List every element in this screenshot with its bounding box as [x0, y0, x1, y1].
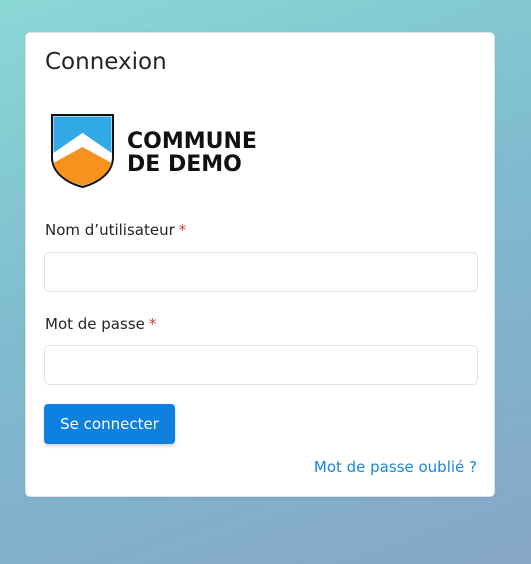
page-title: Connexion	[45, 49, 167, 75]
password-input[interactable]	[44, 345, 478, 385]
logo-text-line1: COMMUNE	[127, 129, 257, 154]
username-label-text: Nom d’utilisateur	[45, 221, 175, 239]
login-card: Connexion COMMUNE DE DEMO Nom d’utilisat…	[25, 32, 495, 497]
required-marker: *	[148, 315, 157, 333]
username-label: Nom d’utilisateur *	[45, 220, 186, 240]
logo-graphic: COMMUNE DE DEMO	[51, 114, 257, 189]
logo-text-line2: DE DEMO	[127, 152, 242, 177]
forgot-password-link[interactable]: Mot de passe oublié ?	[314, 457, 477, 477]
commune-logo: COMMUNE DE DEMO	[50, 113, 260, 189]
password-label-text: Mot de passe	[45, 315, 145, 333]
login-button[interactable]: Se connecter	[44, 404, 175, 444]
required-marker: *	[178, 221, 187, 239]
shield-icon	[51, 114, 114, 189]
password-label: Mot de passe *	[45, 314, 156, 334]
username-input[interactable]	[44, 252, 478, 292]
